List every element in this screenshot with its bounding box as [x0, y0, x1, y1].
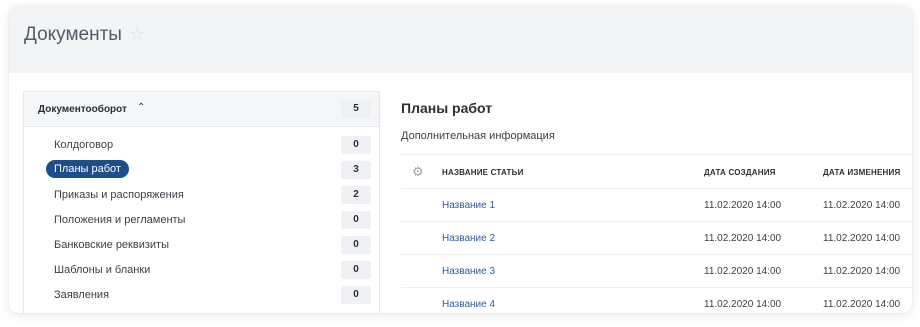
sidebar-item-count: 2	[341, 186, 371, 204]
sidebar-item-count: 0	[341, 286, 371, 304]
modified-date: 11.02.2020 14:00	[823, 299, 901, 310]
article-link[interactable]: Название 2	[442, 233, 495, 244]
gear-icon[interactable]: ⚙	[412, 164, 424, 180]
sidebar-item-count: 0	[341, 236, 371, 254]
table-row: Название 1 11.02.2020 14:00 11.02.2020 1…	[401, 188, 912, 222]
documents-card: Документы ☆ Документооборот ⌃ 5 Колдогов…	[9, 6, 912, 313]
sidebar-item-label: Шаблоны и бланки	[54, 264, 151, 276]
sidebar-item-count: 0	[341, 136, 371, 154]
sidebar-item-label: Планы работ	[46, 160, 129, 178]
sidebar-item-zayavleniya[interactable]: Заявления 0	[24, 283, 379, 308]
sidebar-item-count: 3	[341, 161, 371, 179]
sidebar-item-label: Приказы и распоряжения	[54, 189, 184, 201]
category-sidebar: Документооборот ⌃ 5 Колдоговор 0 Планы р…	[23, 91, 380, 313]
header-divider	[9, 68, 912, 73]
sidebar-item-label: Положения и регламенты	[54, 214, 186, 226]
modified-date: 11.02.2020 14:00	[823, 233, 901, 244]
sidebar-item-label: Заявления	[54, 289, 110, 301]
group-title: Документооборот	[38, 104, 127, 115]
section-title: Планы работ	[401, 100, 493, 116]
sidebar-item-shablony[interactable]: Шаблоны и бланки 0	[24, 258, 379, 283]
sidebar-item-prikazy[interactable]: Приказы и распоряжения 2	[24, 183, 379, 208]
sidebar-item-bank-rekvizity[interactable]: Банковские реквизиты 0	[24, 233, 379, 258]
sidebar-item-koldogovor[interactable]: Колдоговор 0	[24, 133, 379, 158]
modified-date: 11.02.2020 14:00	[823, 200, 901, 211]
sidebar-item-label: Банковские реквизиты	[54, 239, 169, 251]
section-subtitle: Дополнительная информация	[401, 130, 555, 142]
column-header-modified[interactable]: ДАТА ИЗМЕНЕНИЯ	[823, 168, 900, 177]
star-icon[interactable]: ☆	[129, 24, 145, 45]
table-header-row: ⚙ НАЗВАНИЕ СТАТЬИ ДАТА СОЗДАНИЯ ДАТА ИЗМ…	[401, 154, 912, 188]
article-link[interactable]: Название 1	[442, 200, 495, 211]
table-row: Название 4 11.02.2020 14:00 11.02.2020 1…	[401, 287, 912, 313]
table-row: Название 2 11.02.2020 14:00 11.02.2020 1…	[401, 221, 912, 255]
sidebar-item-label: Колдоговор	[54, 139, 114, 151]
group-header[interactable]: Документооборот ⌃ 5	[24, 92, 379, 127]
sidebar-item-count: 0	[341, 211, 371, 229]
created-date: 11.02.2020 14:00	[704, 266, 782, 277]
chevron-up-icon[interactable]: ⌃	[137, 102, 145, 113]
created-date: 11.02.2020 14:00	[704, 299, 782, 310]
created-date: 11.02.2020 14:00	[704, 200, 782, 211]
sidebar-item-count: 0	[341, 261, 371, 279]
page-header: Документы ☆	[9, 6, 912, 68]
page-title: Документы	[24, 24, 122, 45]
article-link[interactable]: Название 3	[442, 266, 495, 277]
sidebar-item-plany-rabot[interactable]: Планы работ 3	[24, 158, 379, 183]
column-header-name[interactable]: НАЗВАНИЕ СТАТЬИ	[442, 168, 524, 177]
group-count: 5	[341, 100, 371, 118]
created-date: 11.02.2020 14:00	[704, 233, 782, 244]
sidebar-item-polozheniya[interactable]: Положения и регламенты 0	[24, 208, 379, 233]
article-link[interactable]: Название 4	[442, 299, 495, 310]
column-header-created[interactable]: ДАТА СОЗДАНИЯ	[704, 168, 776, 177]
modified-date: 11.02.2020 14:00	[823, 266, 901, 277]
table-row: Название 3 11.02.2020 14:00 11.02.2020 1…	[401, 254, 912, 288]
